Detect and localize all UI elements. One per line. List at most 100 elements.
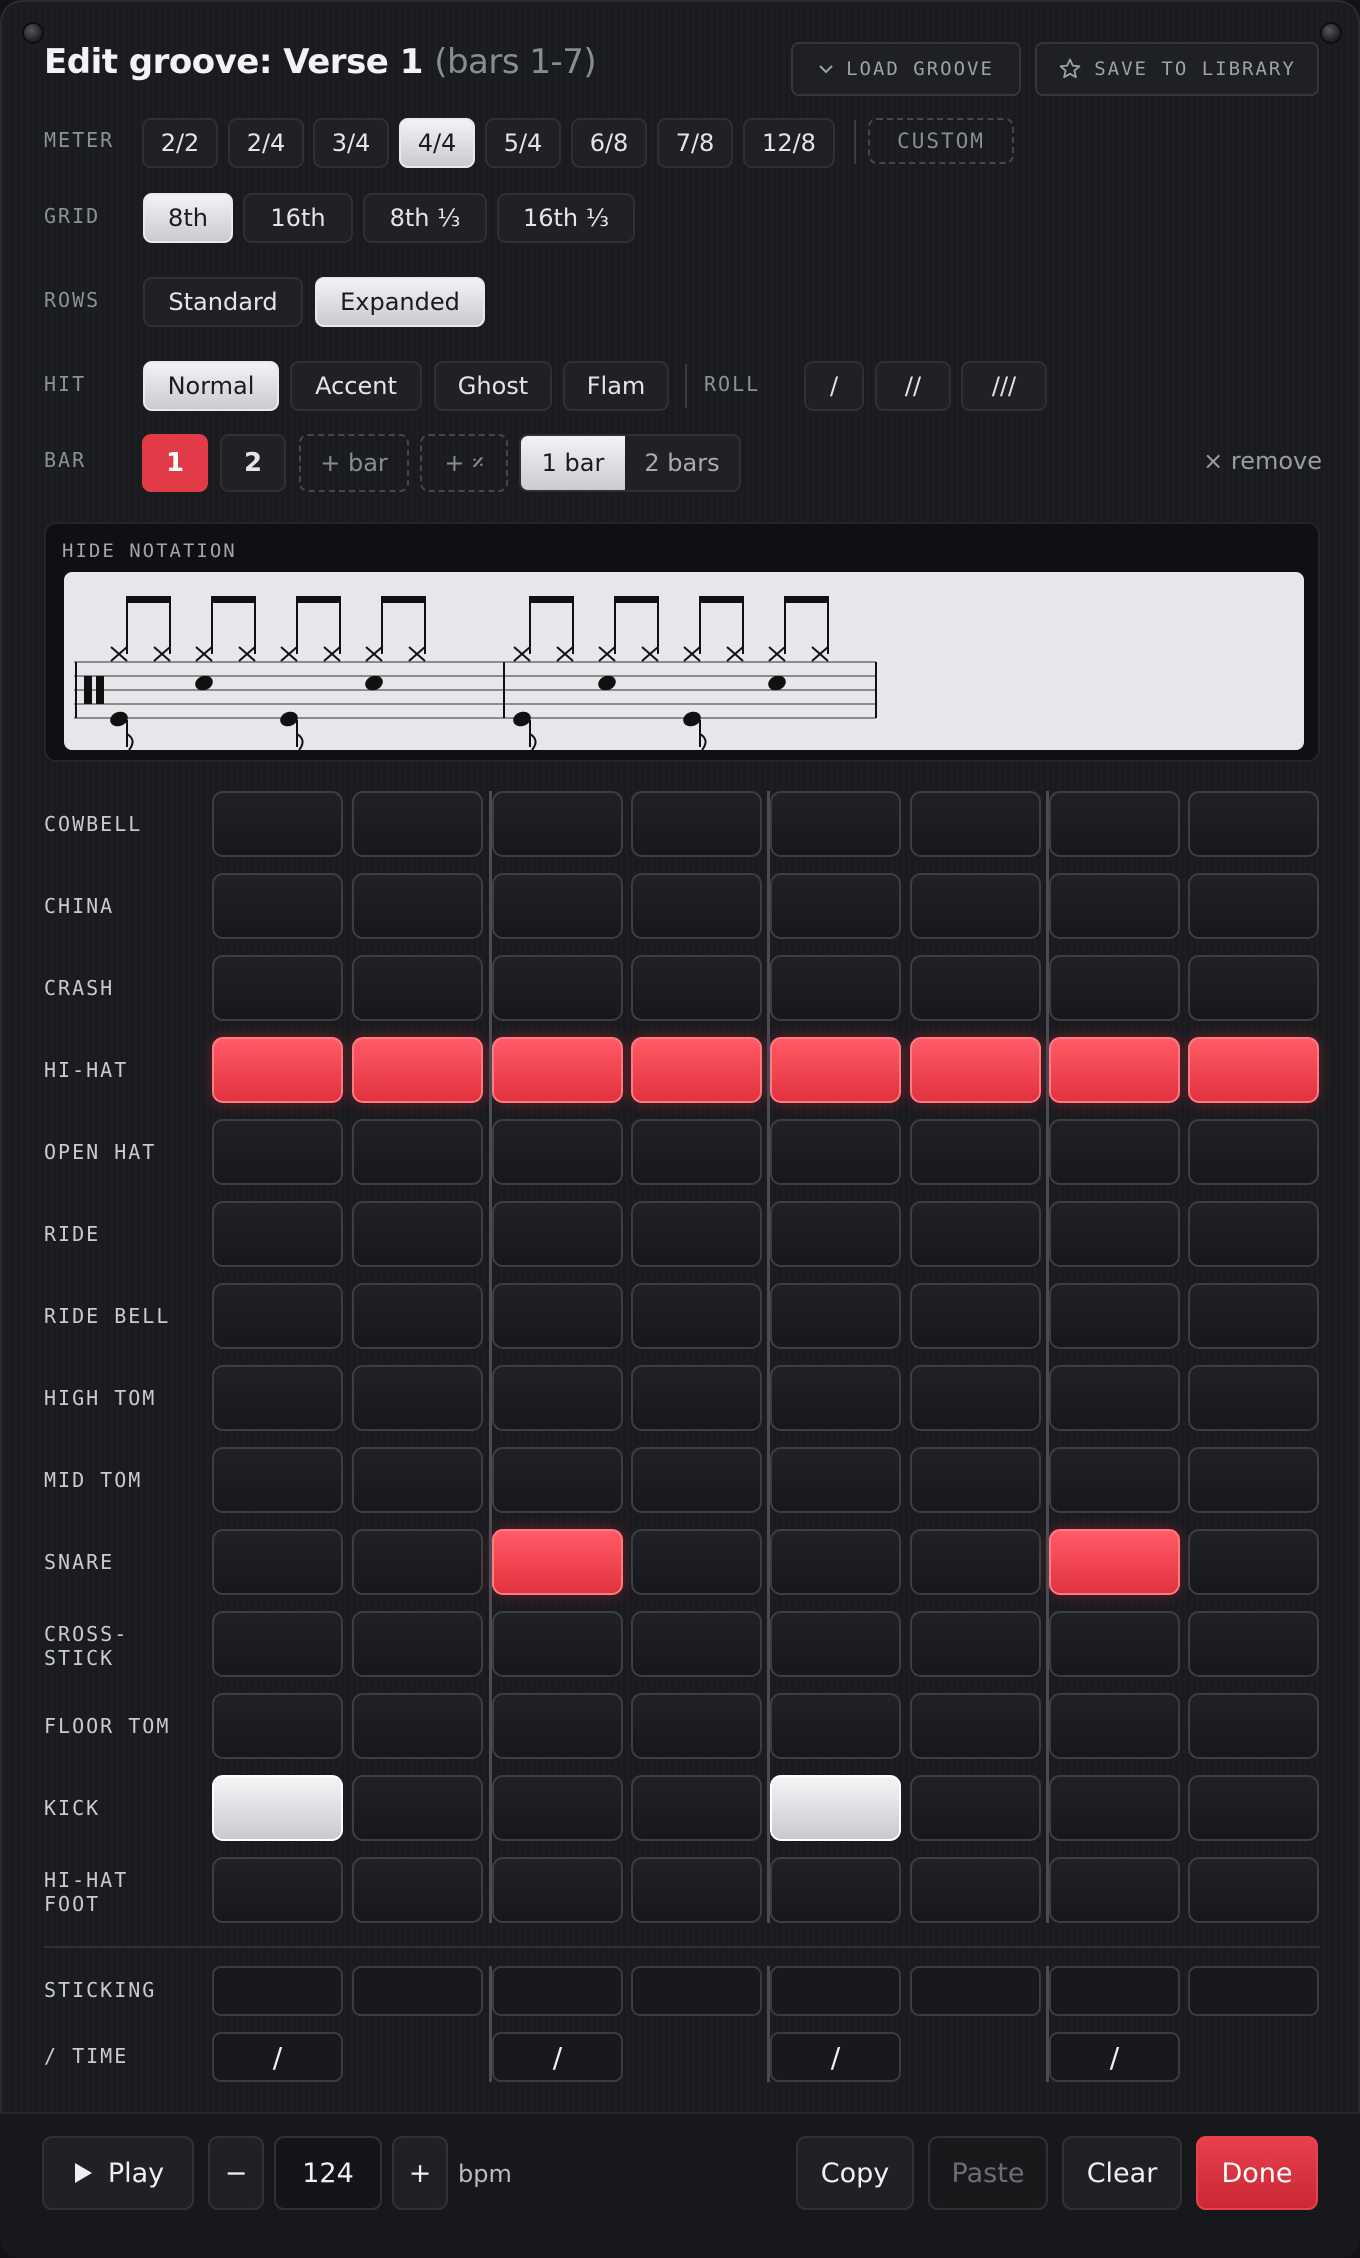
tempo-input[interactable]: 124 [274, 2136, 382, 2210]
step-cell-cross-stick-7[interactable] [1049, 1611, 1180, 1677]
step-cell-open-hat-7[interactable] [1049, 1119, 1180, 1185]
step-cell-high-tom-1[interactable] [212, 1365, 343, 1431]
sticking-cell-8[interactable] [1188, 1966, 1319, 2016]
step-cell-cross-stick-1[interactable] [212, 1611, 343, 1677]
step-cell-hi-hat-5[interactable] [770, 1037, 901, 1103]
step-cell-hi-hat-8[interactable] [1188, 1037, 1319, 1103]
step-cell-china-4[interactable] [631, 873, 762, 939]
step-cell-china-1[interactable] [212, 873, 343, 939]
clear-button[interactable]: Clear [1062, 2136, 1182, 2210]
step-cell-crash-6[interactable] [910, 955, 1041, 1021]
step-cell-ride-5[interactable] [770, 1201, 901, 1267]
step-cell-ride-8[interactable] [1188, 1201, 1319, 1267]
step-cell-kick-2[interactable] [352, 1775, 483, 1841]
step-cell-ride-bell-1[interactable] [212, 1283, 343, 1349]
step-cell-hi-hat-foot-2[interactable] [352, 1857, 483, 1923]
meter-option-7-8[interactable]: 7/8 [657, 118, 733, 168]
step-cell-snare-5[interactable] [770, 1529, 901, 1595]
step-cell-ride-4[interactable] [631, 1201, 762, 1267]
step-cell-floor-tom-3[interactable] [492, 1693, 623, 1759]
step-cell-crash-8[interactable] [1188, 955, 1319, 1021]
step-cell-hi-hat-7[interactable] [1049, 1037, 1180, 1103]
step-cell-hi-hat-foot-5[interactable] [770, 1857, 901, 1923]
step-cell-china-7[interactable] [1049, 873, 1180, 939]
hit-option-accent[interactable]: Accent [290, 361, 422, 411]
tempo-decrease-button[interactable]: − [208, 2136, 264, 2210]
done-button[interactable]: Done [1196, 2136, 1318, 2210]
time-cell-5[interactable]: / [770, 2032, 901, 2082]
step-cell-snare-6[interactable] [910, 1529, 1041, 1595]
hit-option-normal[interactable]: Normal [143, 361, 279, 411]
step-cell-mid-tom-4[interactable] [631, 1447, 762, 1513]
step-cell-ride-bell-8[interactable] [1188, 1283, 1319, 1349]
hit-option-flam[interactable]: Flam [563, 361, 669, 411]
step-cell-crash-7[interactable] [1049, 955, 1180, 1021]
step-cell-kick-3[interactable] [492, 1775, 623, 1841]
roll-single-button[interactable]: / [804, 361, 864, 411]
step-cell-ride-2[interactable] [352, 1201, 483, 1267]
step-cell-hi-hat-foot-1[interactable] [212, 1857, 343, 1923]
step-cell-hi-hat-foot-8[interactable] [1188, 1857, 1319, 1923]
step-cell-hi-hat-2[interactable] [352, 1037, 483, 1103]
hit-option-ghost[interactable]: Ghost [434, 361, 552, 411]
step-cell-cowbell-6[interactable] [910, 791, 1041, 857]
step-cell-floor-tom-4[interactable] [631, 1693, 762, 1759]
step-cell-hi-hat-3[interactable] [492, 1037, 623, 1103]
sticking-cell-4[interactable] [631, 1966, 762, 2016]
step-cell-open-hat-4[interactable] [631, 1119, 762, 1185]
step-cell-cowbell-5[interactable] [770, 791, 901, 857]
step-cell-china-5[interactable] [770, 873, 901, 939]
step-cell-high-tom-5[interactable] [770, 1365, 901, 1431]
step-cell-floor-tom-8[interactable] [1188, 1693, 1319, 1759]
step-cell-mid-tom-7[interactable] [1049, 1447, 1180, 1513]
roll-double-button[interactable]: // [875, 361, 951, 411]
step-cell-cross-stick-3[interactable] [492, 1611, 623, 1677]
step-cell-high-tom-3[interactable] [492, 1365, 623, 1431]
sticking-cell-5[interactable] [770, 1966, 901, 2016]
step-cell-cross-stick-8[interactable] [1188, 1611, 1319, 1677]
step-cell-mid-tom-6[interactable] [910, 1447, 1041, 1513]
step-cell-ride-6[interactable] [910, 1201, 1041, 1267]
step-cell-cross-stick-2[interactable] [352, 1611, 483, 1677]
step-cell-kick-6[interactable] [910, 1775, 1041, 1841]
step-cell-kick-1[interactable] [212, 1775, 343, 1841]
step-cell-cowbell-7[interactable] [1049, 791, 1180, 857]
hide-notation-toggle[interactable]: HIDE NOTATION [62, 540, 237, 562]
step-cell-crash-1[interactable] [212, 955, 343, 1021]
step-cell-ride-7[interactable] [1049, 1201, 1180, 1267]
step-cell-hi-hat-foot-6[interactable] [910, 1857, 1041, 1923]
step-cell-mid-tom-1[interactable] [212, 1447, 343, 1513]
tempo-increase-button[interactable]: + [392, 2136, 448, 2210]
add-repeat-button[interactable]: + 𝄎 [420, 434, 508, 492]
step-cell-high-tom-4[interactable] [631, 1365, 762, 1431]
step-cell-open-hat-1[interactable] [212, 1119, 343, 1185]
rows-option-standard[interactable]: Standard [143, 277, 303, 327]
step-cell-mid-tom-8[interactable] [1188, 1447, 1319, 1513]
grid-option-16th[interactable]: 16th [243, 193, 353, 243]
step-cell-hi-hat-foot-7[interactable] [1049, 1857, 1180, 1923]
step-cell-cross-stick-6[interactable] [910, 1611, 1041, 1677]
step-cell-high-tom-7[interactable] [1049, 1365, 1180, 1431]
bar-length-1-bar[interactable]: 1 bar [521, 436, 625, 490]
grid-option-16th[interactable]: 16th ⅓ [497, 193, 635, 243]
step-cell-ride-bell-3[interactable] [492, 1283, 623, 1349]
step-cell-open-hat-6[interactable] [910, 1119, 1041, 1185]
sticking-cell-6[interactable] [910, 1966, 1041, 2016]
step-cell-floor-tom-5[interactable] [770, 1693, 901, 1759]
step-cell-snare-7[interactable] [1049, 1529, 1180, 1595]
step-cell-hi-hat-6[interactable] [910, 1037, 1041, 1103]
meter-option-2-4[interactable]: 2/4 [228, 118, 304, 168]
step-cell-ride-bell-4[interactable] [631, 1283, 762, 1349]
step-cell-snare-3[interactable] [492, 1529, 623, 1595]
sticking-cell-2[interactable] [352, 1966, 483, 2016]
rows-option-expanded[interactable]: Expanded [315, 277, 485, 327]
step-cell-open-hat-3[interactable] [492, 1119, 623, 1185]
roll-triple-button[interactable]: /// [961, 361, 1047, 411]
step-cell-hi-hat-4[interactable] [631, 1037, 762, 1103]
save-to-library-button[interactable]: SAVE TO LIBRARY [1035, 42, 1319, 96]
step-cell-hi-hat-foot-4[interactable] [631, 1857, 762, 1923]
step-cell-cross-stick-5[interactable] [770, 1611, 901, 1677]
meter-option-12-8[interactable]: 12/8 [743, 118, 835, 168]
step-cell-cross-stick-4[interactable] [631, 1611, 762, 1677]
step-cell-china-3[interactable] [492, 873, 623, 939]
